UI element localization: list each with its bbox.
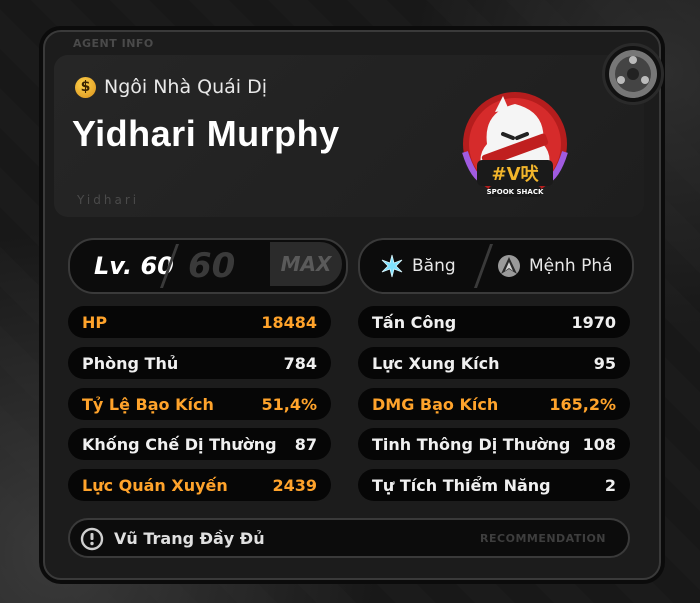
specialty-rupture: Mệnh Phá [497,254,613,278]
faction-coin-icon: $ [75,77,96,98]
stat-hp: HP 18484 [68,306,331,338]
stat-label: Lực Xung Kích [372,353,500,373]
stat-value: 18484 [261,312,317,332]
spook-shack-logo: #ᐯ吠 SPOOK SHACK [455,82,575,206]
stat-label: Tinh Thông Dị Thường [372,434,571,454]
weapon-recommendation[interactable]: Vũ Trang Đầy Đủ RECOMMENDATION [68,518,630,558]
stat-label: Phòng Thủ [82,353,179,373]
stat-energy-regen: Tự Tích Thiểm Năng 2 [358,469,630,501]
recommendation-label: RECOMMENDATION [480,532,606,545]
stat-label: HP [82,312,108,332]
logo-text: SPOOK SHACK [487,188,544,196]
max-badge: MAX [270,242,342,286]
stat-defense: Phòng Thủ 784 [68,347,331,379]
attribute-divider [473,244,494,288]
attribute-ice: Băng [380,254,456,278]
attribute-label: Băng [412,256,456,276]
agent-sub-name: Yidhari [77,193,140,207]
stat-anomaly-proficiency: Tinh Thông Dị Thường 108 [358,428,630,460]
agent-name: Yidhari Murphy [72,113,340,154]
stat-impact: Lực Xung Kích 95 [358,347,630,379]
stat-crit-dmg: DMG Bạo Kích 165,2% [358,388,630,420]
stat-value: 95 [593,353,616,373]
drive-disc-icon [80,527,104,551]
level-display: Lv. 60 60 MAX [68,238,348,294]
level-label: Lv. 60 [94,252,174,280]
ice-icon [381,254,403,278]
stat-label: Tỷ Lệ Bạo Kích [82,394,214,414]
stat-value: 165,2% [549,394,616,414]
stat-value: 2439 [272,475,317,495]
weapon-label: Vũ Trang Đầy Đủ [114,529,265,548]
faction-name: Ngôi Nhà Quái Dị [104,76,268,98]
stat-value: 2 [604,475,616,495]
stat-crit-rate: Tỷ Lệ Bạo Kích 51,4% [68,388,331,420]
stat-label: DMG Bạo Kích [372,394,499,414]
rupture-icon [498,255,520,277]
attribute-specialty-display: Băng Mệnh Phá [358,238,634,294]
stat-anomaly-buildup: Khống Chế Dị Thường 87 [68,428,331,460]
stat-value: 87 [294,434,317,454]
stat-label: Tấn Công [372,312,457,332]
agent-info-label: AGENT INFO [73,37,154,50]
stat-label: Lực Quán Xuyến [82,475,228,495]
stat-attack: Tấn Công 1970 [358,306,630,338]
stat-value: 784 [283,353,317,373]
stat-value: 51,4% [261,394,317,414]
stat-label: Tự Tích Thiểm Năng [372,475,551,495]
specialty-label: Mệnh Phá [529,256,613,276]
svg-text:#ᐯ吠: #ᐯ吠 [491,164,539,185]
stat-value: 1970 [571,312,616,332]
stat-value: 108 [582,434,616,454]
stat-label: Khống Chế Dị Thường [82,434,277,454]
stat-sheer-force: Lực Quán Xuyến 2439 [68,469,331,501]
level-max-number: 60 [188,246,236,286]
w-engine-disc-icon[interactable] [602,43,664,105]
